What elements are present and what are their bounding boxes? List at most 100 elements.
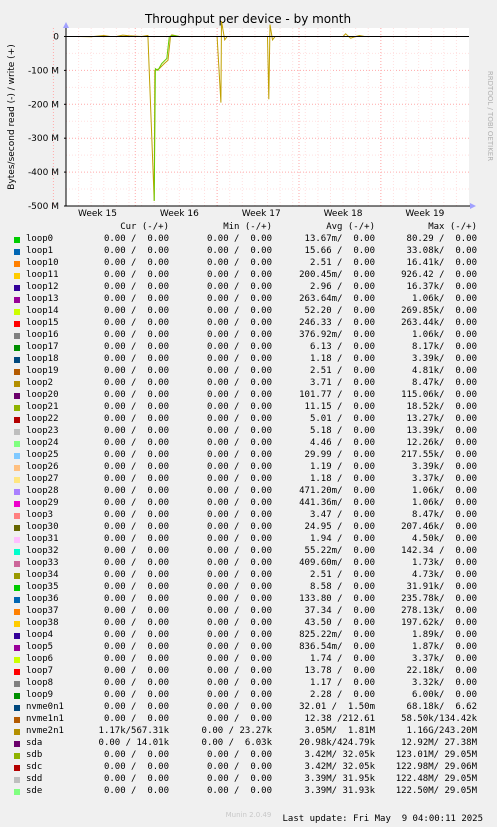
legend-max: 33.08k/ 0.00 xyxy=(406,246,477,256)
col-min: Min (-/+) xyxy=(223,222,272,232)
legend-swatch xyxy=(14,693,20,699)
legend-avg: 3.05M/ 1.81M xyxy=(304,726,375,736)
legend-swatch xyxy=(14,249,20,255)
y-axis-arrow xyxy=(63,22,69,28)
legend-avg: 1.94 / 0.00 xyxy=(309,534,375,544)
legend-name: loop28 xyxy=(26,486,59,496)
legend-min: 0.00 / 0.00 xyxy=(206,666,272,676)
legend-name: loop9 xyxy=(26,690,54,700)
legend-max: 122.50M/ 29.05M xyxy=(395,786,477,796)
legend-avg: 200.45m/ 0.00 xyxy=(299,270,375,280)
legend-max: 18.52k/ 0.00 xyxy=(406,402,477,412)
legend-header: Cur (-/+) Min (-/+) Avg (-/+) Max (-/+) xyxy=(0,222,497,234)
legend-swatch xyxy=(14,561,20,567)
legend-avg: 471.20m/ 0.00 xyxy=(299,486,375,496)
legend-swatch xyxy=(14,525,20,531)
legend-row: loop36 0.00 / 0.00 0.00 / 0.00 133.80 / 0.0… xyxy=(0,594,497,606)
legend-min: 0.00 / 0.00 xyxy=(206,378,272,388)
legend-min: 0.00 / 0.00 xyxy=(206,414,272,424)
legend-swatch xyxy=(14,669,20,675)
legend-max: 12.92M/ 27.38M xyxy=(401,738,477,748)
legend-cur: 0.00 / 0.00 xyxy=(103,750,169,760)
legend-cur: 0.00 / 0.00 xyxy=(103,462,169,472)
legend-swatch xyxy=(14,789,20,795)
legend-max: 1.06k/ 0.00 xyxy=(411,486,477,496)
legend-max: 8.47k/ 0.00 xyxy=(411,510,477,520)
legend-max: 197.62k/ 0.00 xyxy=(401,618,477,628)
legend-min: 0.00 / 23.27k xyxy=(201,726,272,736)
legend-name: loop18 xyxy=(26,354,59,364)
legend-row: loop21 0.00 / 0.00 0.00 / 0.00 11.15 / 0.00… xyxy=(0,402,497,414)
legend-min: 0.00 / 0.00 xyxy=(206,786,272,796)
legend-name: loop12 xyxy=(26,282,59,292)
legend-swatch xyxy=(14,657,20,663)
legend-max: 13.39k/ 0.00 xyxy=(406,426,477,436)
legend-name: loop10 xyxy=(26,258,59,268)
x-tick-label: Week 16 xyxy=(160,209,199,219)
legend-name: loop15 xyxy=(26,318,59,328)
legend-name: loop23 xyxy=(26,426,59,436)
legend-name: loop22 xyxy=(26,414,59,424)
legend-min: 0.00 / 0.00 xyxy=(206,474,272,484)
legend-cur: 0.00 / 0.00 xyxy=(103,642,169,652)
legend-max: 1.73k/ 0.00 xyxy=(411,558,477,568)
legend-avg: 29.99 / 0.00 xyxy=(304,450,375,460)
legend-swatch xyxy=(14,429,20,435)
legend-row: nvme0n1 0.00 / 0.00 0.00 / 0.00 32.01 / 1.5… xyxy=(0,702,497,714)
legend-avg: 52.20 / 0.00 xyxy=(304,306,375,316)
legend-cur: 0.00 / 14.01k xyxy=(98,738,169,748)
legend-min: 0.00 / 0.00 xyxy=(206,558,272,568)
legend-min: 0.00 / 0.00 xyxy=(206,750,272,760)
legend-min: 0.00 / 0.00 xyxy=(206,354,272,364)
x-axis-arrow xyxy=(470,203,476,209)
legend-max: 3.39k/ 0.00 xyxy=(411,354,477,364)
legend-max: 122.98M/ 29.06M xyxy=(395,762,477,772)
legend-cur: 0.00 / 0.00 xyxy=(103,570,169,580)
legend-cur: 0.00 / 0.00 xyxy=(103,354,169,364)
legend-name: loop20 xyxy=(26,390,59,400)
legend-name: nvme1n1 xyxy=(26,714,64,724)
legend-name: loop5 xyxy=(26,642,54,652)
chart-title: Throughput per device - by month xyxy=(144,12,351,26)
legend-avg: 376.92m/ 0.00 xyxy=(299,330,375,340)
col-max: Max (-/+) xyxy=(428,222,477,232)
legend-row: loop13 0.00 / 0.00 0.00 / 0.00 263.64m/ 0.0… xyxy=(0,294,497,306)
legend-row: loop34 0.00 / 0.00 0.00 / 0.00 2.51 / 0.00 4… xyxy=(0,570,497,582)
legend-name: loop2 xyxy=(26,378,54,388)
legend-name: sda xyxy=(26,738,43,748)
legend-avg: 409.60m/ 0.00 xyxy=(299,558,375,568)
legend-max: 123.01M/ 29.05M xyxy=(395,750,477,760)
legend-max: 6.00k/ 0.00 xyxy=(411,690,477,700)
legend-max: 207.46k/ 0.00 xyxy=(401,522,477,532)
legend-swatch xyxy=(14,261,20,267)
legend-min: 0.00 / 0.00 xyxy=(206,246,272,256)
legend-swatch xyxy=(14,621,20,627)
legend-row: loop7 0.00 / 0.00 0.00 / 0.00 13.78 / 0.00 2… xyxy=(0,666,497,678)
legend-avg: 11.15 / 0.00 xyxy=(304,402,375,412)
legend-cur: 0.00 / 0.00 xyxy=(103,366,169,376)
legend-avg: 246.33 / 0.00 xyxy=(299,318,375,328)
legend-swatch xyxy=(14,489,20,495)
legend-swatch xyxy=(14,717,20,723)
legend-min: 0.00 / 0.00 xyxy=(206,546,272,556)
y-tick-label: -500 M xyxy=(28,202,59,212)
legend-min: 0.00 / 0.00 xyxy=(206,270,272,280)
legend-swatch xyxy=(14,417,20,423)
legend-swatch xyxy=(14,333,20,339)
legend-swatch xyxy=(14,273,20,279)
legend-name: loop33 xyxy=(26,558,59,568)
legend-min: 0.00 / 0.00 xyxy=(206,438,272,448)
legend-row: loop28 0.00 / 0.00 0.00 / 0.00 471.20m/ 0.0… xyxy=(0,486,497,498)
legend-swatch xyxy=(14,705,20,711)
legend-cur: 0.00 / 0.00 xyxy=(103,378,169,388)
legend-max: 4.50k/ 0.00 xyxy=(411,534,477,544)
legend-swatch xyxy=(14,477,20,483)
legend-max: 68.18k/ 6.62 xyxy=(406,702,477,712)
legend-cur: 0.00 / 0.00 xyxy=(103,414,169,424)
munin-version: Munin 2.0.49 xyxy=(225,811,272,819)
legend-swatch xyxy=(14,237,20,243)
legend-cur: 0.00 / 0.00 xyxy=(103,714,169,724)
legend-max: 235.78k/ 0.00 xyxy=(401,594,477,604)
legend-row: sde 0.00 / 0.00 0.00 / 0.00 3.39M/ 31.93k 12… xyxy=(0,786,497,798)
legend-max: 269.85k/ 0.00 xyxy=(401,306,477,316)
